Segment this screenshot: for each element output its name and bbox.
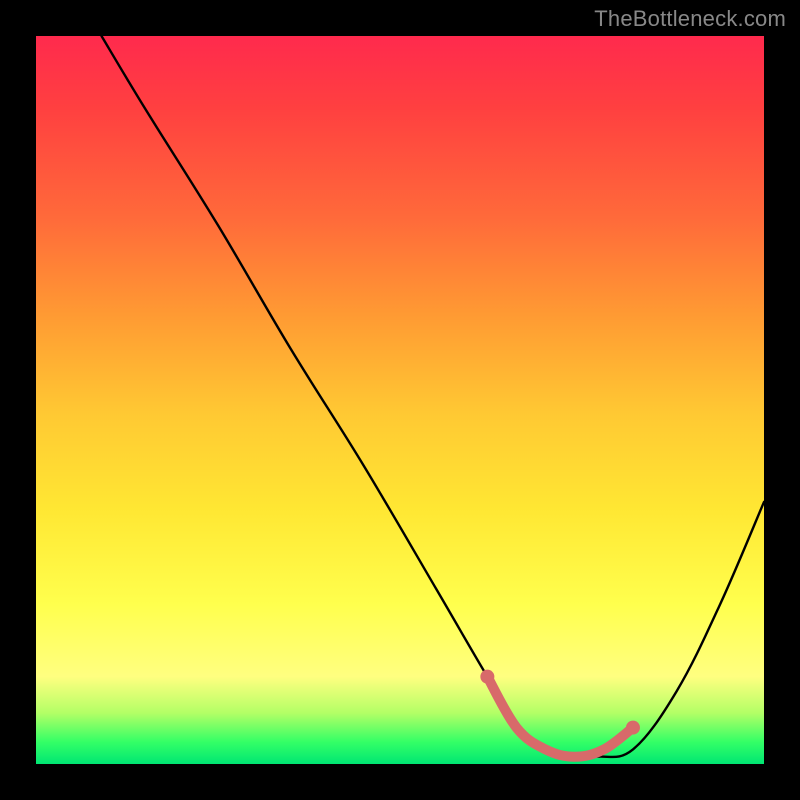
chart-frame: TheBottleneck.com: [0, 0, 800, 800]
watermark-text: TheBottleneck.com: [594, 6, 786, 32]
highlight-band: [480, 670, 640, 757]
bottleneck-curve: [102, 36, 764, 759]
curve-layer: [36, 36, 764, 764]
plot-area: [36, 36, 764, 764]
